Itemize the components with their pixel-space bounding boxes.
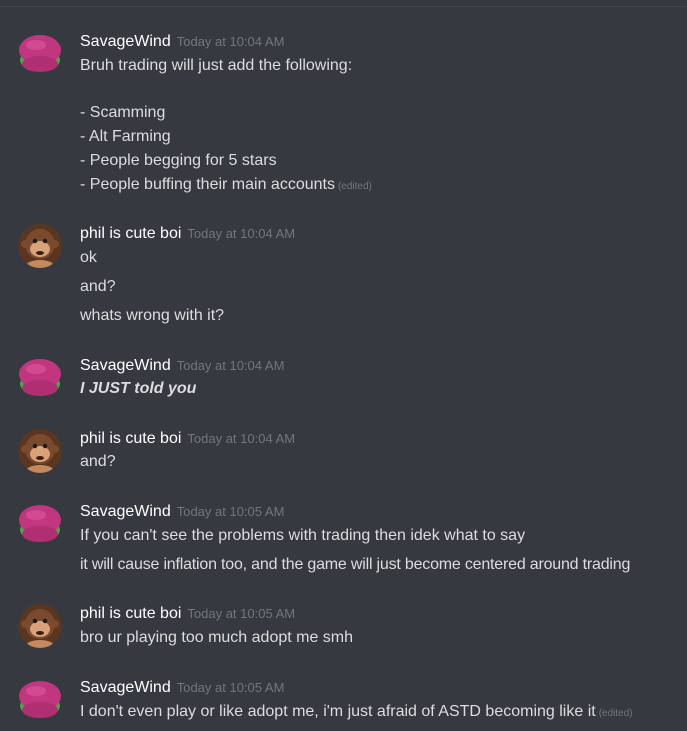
message-group: SavageWind Today at 10:05 AM I don't even… — [0, 678, 687, 728]
username[interactable]: phil is cute boi — [80, 225, 181, 242]
monkey-avatar-icon — [18, 604, 62, 648]
message-header: phil is cute boi Today at 10:04 AM — [80, 224, 295, 244]
message-header: SavageWind Today at 10:05 AM — [80, 502, 284, 522]
message-header: SavageWind Today at 10:05 AM — [80, 678, 284, 698]
message-text: - People buffing their main accounts — [80, 176, 335, 193]
username[interactable]: SavageWind — [80, 33, 171, 50]
message-text: - People begging for 5 stars — [80, 152, 277, 169]
message-line: - Scamming — [80, 102, 165, 124]
message-text: ok — [80, 249, 97, 266]
message-line: Bruh trading will just add the following… — [80, 55, 352, 77]
message-text: whats wrong with it? — [80, 307, 225, 324]
monkey-avatar-icon — [18, 224, 62, 268]
avatar[interactable] — [18, 356, 62, 400]
message-text: Bruh trading will just add the following… — [80, 57, 353, 74]
edited-label: (edited) — [598, 708, 633, 719]
avatar[interactable] — [18, 604, 62, 648]
message-text: - Scamming — [80, 104, 166, 121]
message-header: phil is cute boi Today at 10:04 AM — [80, 429, 295, 449]
username[interactable]: SavageWind — [80, 679, 171, 696]
message-text: bro ur playing too much adopt me smh — [80, 629, 354, 646]
username[interactable]: phil is cute boi — [80, 430, 181, 447]
message-line: and? — [80, 276, 116, 298]
message-text: and? — [80, 278, 116, 295]
message-group: phil is cute boi Today at 10:04 AM ok and… — [0, 224, 687, 334]
timestamp: Today at 10:05 AM — [176, 504, 285, 519]
message-group: phil is cute boi Today at 10:04 AM and? — [0, 429, 687, 479]
avatar[interactable] — [18, 429, 62, 473]
message-text: - Alt Farming — [80, 128, 171, 145]
message-text: If you can't see the problems with tradi… — [80, 527, 526, 544]
timestamp: Today at 10:05 AM — [187, 606, 296, 621]
message-group: SavageWind Today at 10:04 AM I JUST told … — [0, 356, 687, 406]
message-text: I don't even play or like adopt me, i'm … — [80, 703, 596, 720]
timestamp: Today at 10:04 AM — [176, 358, 285, 373]
message-text: it will cause inflation too, and the gam… — [80, 556, 631, 573]
message-text: and? — [80, 453, 116, 470]
message-line: I JUST told you — [80, 378, 196, 400]
macaron-avatar-icon — [18, 678, 62, 722]
avatar[interactable] — [18, 678, 62, 722]
message-group: SavageWind Today at 10:04 AM Bruh trading… — [0, 32, 687, 202]
username[interactable]: SavageWind — [80, 357, 171, 374]
top-divider — [0, 6, 687, 7]
macaron-avatar-icon — [18, 356, 62, 400]
timestamp: Today at 10:05 AM — [176, 680, 285, 695]
message-header: phil is cute boi Today at 10:05 AM — [80, 604, 295, 624]
message-line: whats wrong with it? — [80, 305, 224, 327]
message-line: If you can't see the problems with tradi… — [80, 525, 525, 547]
message-line: - People buffing their main accounts (edi… — [80, 174, 372, 198]
message-group: phil is cute boi Today at 10:05 AM bro ur… — [0, 604, 687, 654]
macaron-avatar-icon — [18, 502, 62, 546]
message-line: bro ur playing too much adopt me smh — [80, 627, 353, 649]
avatar[interactable] — [18, 32, 62, 76]
timestamp: Today at 10:04 AM — [187, 226, 296, 241]
avatar[interactable] — [18, 502, 62, 546]
monkey-avatar-icon — [18, 429, 62, 473]
message-group: SavageWind Today at 10:05 AM If you can't… — [0, 502, 687, 582]
message-line: I don't even play or like adopt me, i'm … — [80, 701, 633, 725]
username[interactable]: phil is cute boi — [80, 605, 181, 622]
avatar[interactable] — [18, 224, 62, 268]
macaron-avatar-icon — [18, 32, 62, 76]
message-header: SavageWind Today at 10:04 AM — [80, 356, 284, 376]
message-line: - Alt Farming — [80, 126, 171, 148]
message-line: and? — [80, 451, 116, 473]
edited-label: (edited) — [337, 181, 372, 192]
message-line: it will cause inflation too, and the gam… — [80, 554, 630, 576]
timestamp: Today at 10:04 AM — [187, 431, 296, 446]
username[interactable]: SavageWind — [80, 503, 171, 520]
message-header: SavageWind Today at 10:04 AM — [80, 32, 284, 52]
message-line: ok — [80, 247, 97, 269]
message-line: - People begging for 5 stars — [80, 150, 277, 172]
message-text: I JUST told you — [80, 380, 197, 397]
timestamp: Today at 10:04 AM — [176, 34, 285, 49]
